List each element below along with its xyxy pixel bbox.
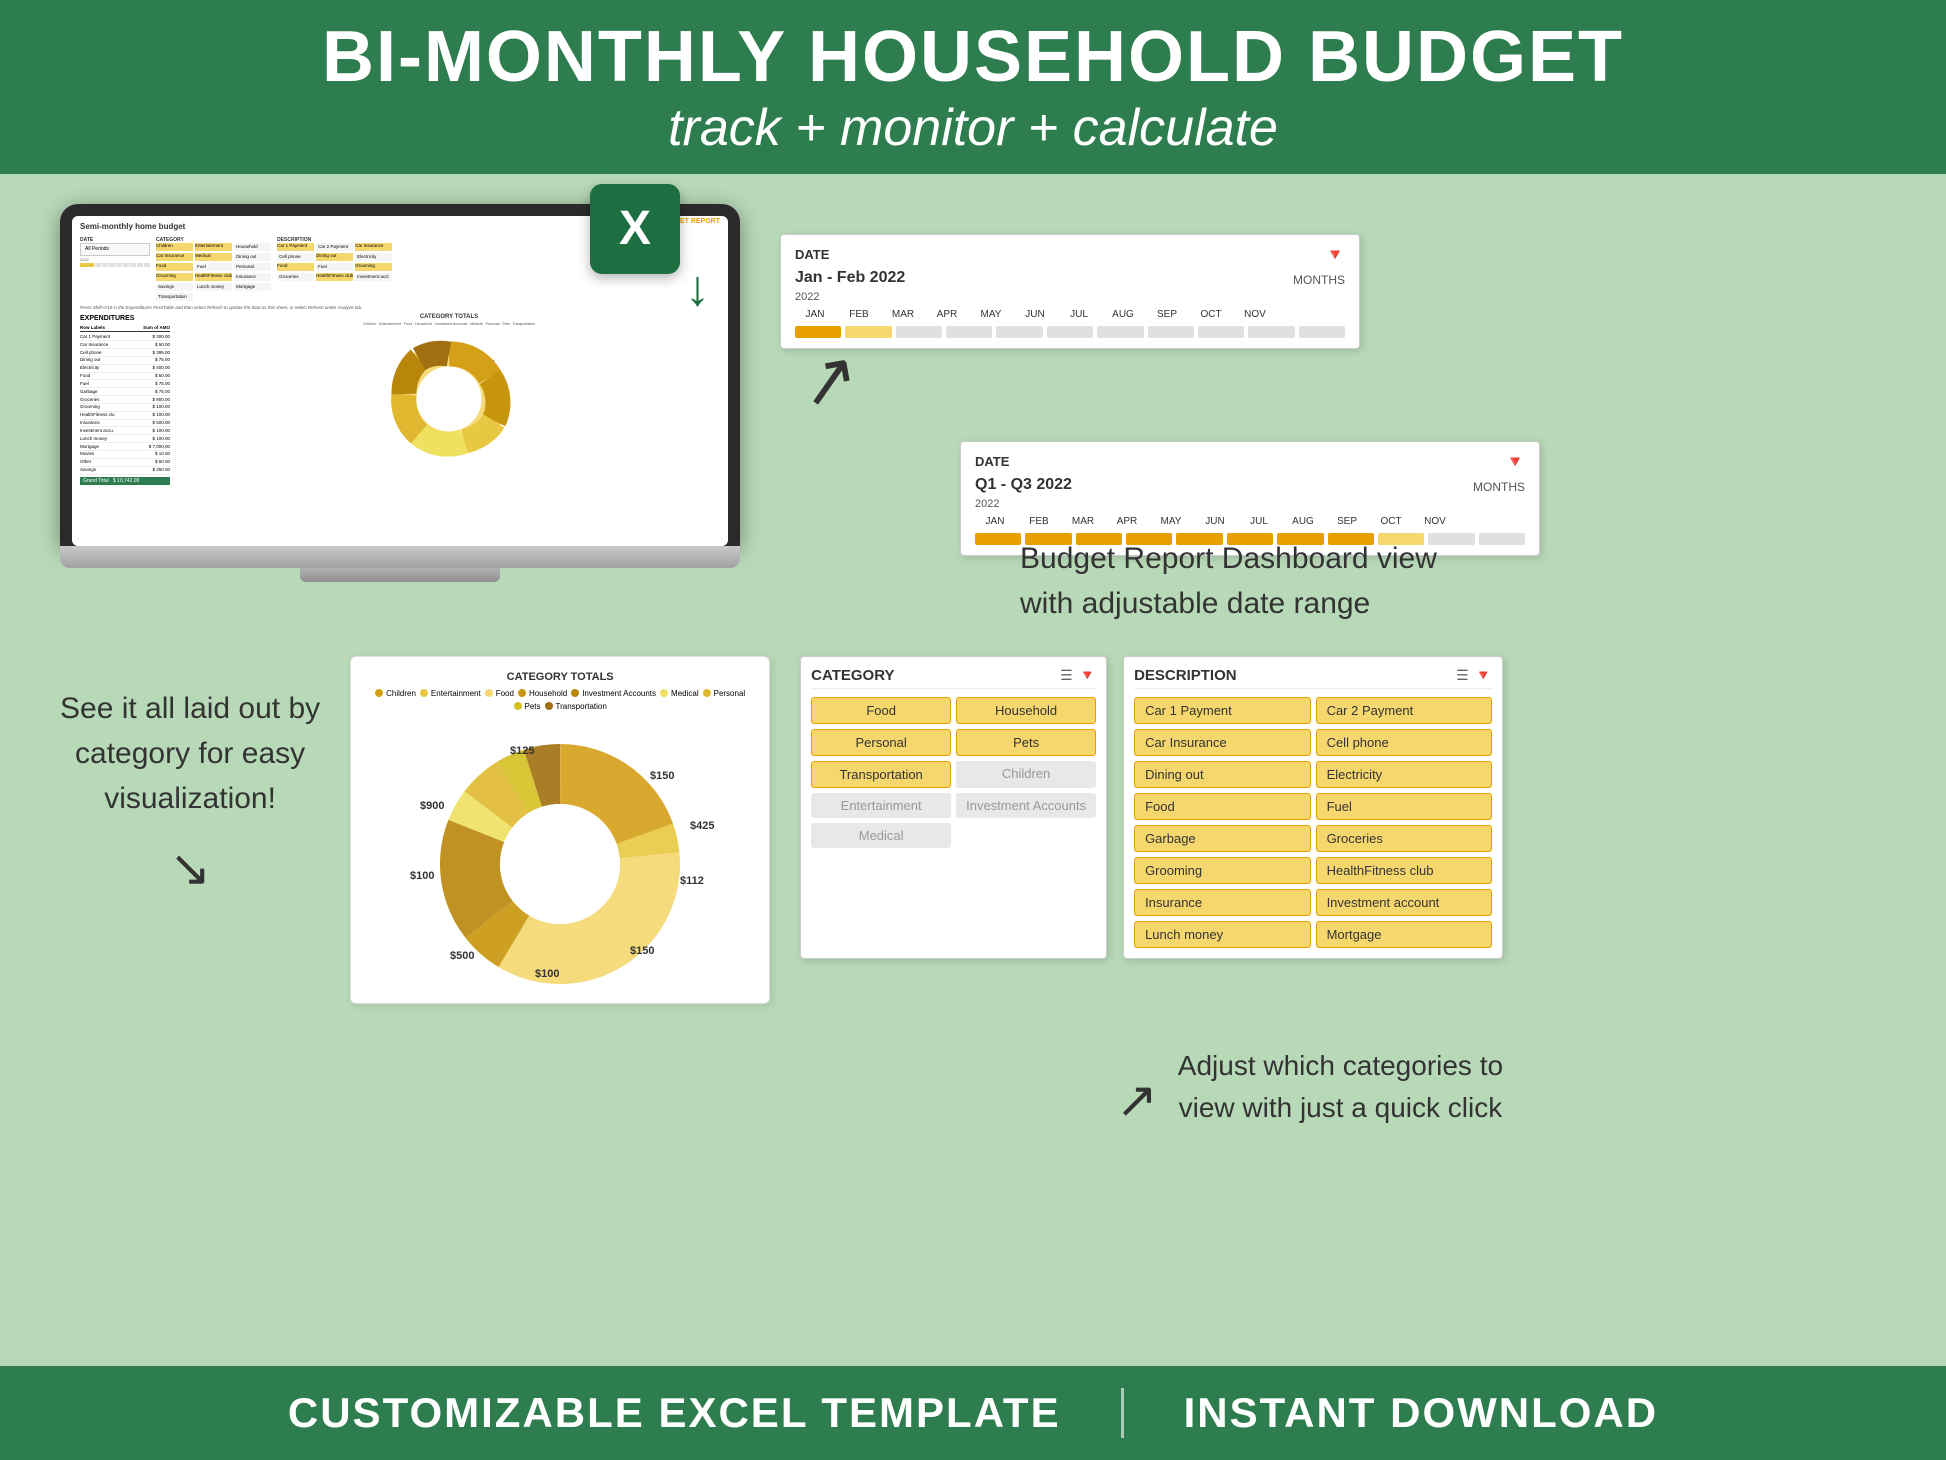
desc-chip-lunch-money[interactable]: Lunch money [1134,921,1311,948]
legend-dot-pets [514,702,522,710]
svg-text:$900: $900 [420,800,444,812]
arrow-3: ↗ [1116,1071,1158,1129]
legend-dot-transportation [545,702,553,710]
months-label-1: MONTHS [1293,273,1345,287]
svg-text:$500: $500 [450,950,474,962]
legend-dot-food [485,689,493,697]
filter-panels: CATEGORY ☰ 🔻 Food Household Personal Pet… [800,656,1503,959]
desc-chip-garbage[interactable]: Garbage [1134,825,1311,852]
category-chip-children[interactable]: Children [956,761,1096,788]
filter-area: CATEGORY ☰ 🔻 Food Household Personal Pet… [800,656,1503,1129]
desc-chip-car2[interactable]: Car 2 Payment [1316,697,1493,724]
ss-instructions: Press Shift+F10 in the Expenditures Pivo… [80,305,720,311]
page-title: BI-MONTHLY HOUSEHOLD BUDGET [0,18,1946,97]
ss-category-filter: CATEGORY Children Entertainment Househol… [156,237,271,301]
desc-chip-grooming[interactable]: Grooming [1134,857,1311,884]
donut-svg-container: $150 $425 $112 $150 $100 $500 $100 $900 … [365,719,755,989]
category-filter-grid: Food Household Personal Pets Transportat… [811,697,1096,848]
months-bar-2: JAN FEB MAR APR MAY JUN JUL AUG SEP OCT … [975,516,1525,527]
description-filter-grid: Car 1 Payment Car 2 Payment Car Insuranc… [1134,697,1492,948]
donut-legend: Children Entertainment Food Household In… [365,689,755,711]
desc-filter-funnel-icon[interactable]: 🔻 [1475,667,1492,684]
category-chip-transportation[interactable]: Transportation [811,761,951,788]
category-chip-household[interactable]: Household [956,697,1096,724]
legend-dot-children [375,689,383,697]
desc-chip-mortgage[interactable]: Mortgage [1316,921,1493,948]
category-chip-pets[interactable]: Pets [956,729,1096,756]
desc-filter-list-icon[interactable]: ☰ [1456,667,1469,684]
svg-text:$112: $112 [680,875,704,887]
desc-chip-electricity[interactable]: Electricity [1316,761,1493,788]
desc-chip-groceries[interactable]: Groceries [1316,825,1493,852]
filter-icon-2: 🔻 [1505,452,1525,472]
ss-bottom-layout: EXPENDITURES Row Labels Sum of AMO Car 1… [80,314,720,485]
desc-chip-insurance[interactable]: Insurance [1134,889,1311,916]
svg-text:$125: $125 [510,745,534,757]
filter-icon-1: 🔻 [1325,245,1345,265]
donut-panel: CATEGORY TOTALS Children Entertainment F… [350,656,770,1004]
category-chip-investment[interactable]: Investment Accounts [956,793,1096,818]
ss-donut-svg: $900 $500 $425 $150 $100 [369,329,529,459]
months-bar-1: JAN FEB MAR APR MAY JUN JUL AUG SEP OCT … [795,309,1345,320]
main-content: Semi-monthly home budget BUDGET REPORT D… [0,174,1946,1149]
svg-text:$150: $150 [630,945,654,957]
desc-chip-cell-phone[interactable]: Cell phone [1316,729,1493,756]
excel-download-arrow: ↓ [685,259,710,317]
legend-dot-investment [571,689,579,697]
right-adjust-text: Adjust which categories toview with just… [1178,985,1503,1129]
ss-grand-total: Grand Total $ 10,742.00 [80,477,170,486]
ss-title: Semi-monthly home budget [80,222,185,232]
months-label-2: MONTHS [1473,480,1525,494]
laptop-mockup: Semi-monthly home budget BUDGET REPORT D… [60,204,740,582]
desc-chip-healthfitness[interactable]: HealthFitness club [1316,857,1493,884]
svg-text:$425: $425 [690,820,714,832]
legend-dot-household [518,689,526,697]
ss-description-filter: DESCRIPTION Car 1 Payment Car 2 Payment … [277,237,392,301]
arrow-2: ↘ [60,831,320,906]
budget-desc-text: Budget Report Dashboard viewwith adjusta… [1000,536,1500,626]
category-filter-panel: CATEGORY ☰ 🔻 Food Household Personal Pet… [800,656,1107,959]
description-panel-title: DESCRIPTION [1134,667,1237,684]
donut-chart-svg: $150 $425 $112 $150 $100 $500 $100 $900 … [370,719,750,989]
ss-chart-area: CATEGORY TOTALS Children · Entertainment… [178,314,720,485]
date-panel-1: DATE 🔻 Jan - Feb 2022 MONTHS 2022 JAN FE… [780,234,1360,349]
laptop-stand [300,568,500,582]
desc-chip-fuel[interactable]: Fuel [1316,793,1493,820]
desc-chip-investment-acct[interactable]: Investment account [1316,889,1493,916]
desc-chip-car-insurance[interactable]: Car Insurance [1134,729,1311,756]
page-footer: CUSTOMIZABLE EXCEL TEMPLATE INSTANT DOWN… [0,1366,1946,1460]
filter-funnel-icon[interactable]: 🔻 [1079,667,1096,684]
months-highlight-bar-1 [795,326,1345,338]
donut-title: CATEGORY TOTALS [365,671,755,683]
page-header: BI-MONTHLY HOUSEHOLD BUDGET track + moni… [0,0,1946,174]
category-panel-title: CATEGORY [811,667,894,684]
svg-text:$100: $100 [410,870,434,882]
desc-chip-dining-out[interactable]: Dining out [1134,761,1311,788]
page-subtitle: track + monitor + calculate [0,97,1946,159]
svg-text:$150: $150 [650,770,674,782]
desc-chip-food[interactable]: Food [1134,793,1311,820]
filter-list-icon[interactable]: ☰ [1060,667,1073,684]
footer-divider [1121,1388,1124,1438]
category-chip-food[interactable]: Food [811,697,951,724]
category-chip-entertainment[interactable]: Entertainment [811,793,951,818]
legend-dot-entertainment [420,689,428,697]
category-chip-medical[interactable]: Medical [811,823,951,848]
svg-text:$100: $100 [535,968,559,980]
legend-dot-medical [660,689,668,697]
footer-right-text: INSTANT DOWNLOAD [1184,1389,1659,1437]
laptop-base [60,546,740,568]
left-category-text: See it all laid out bycategory for easyv… [60,656,320,906]
top-section: Semi-monthly home budget BUDGET REPORT D… [60,204,1886,626]
footer-left-text: CUSTOMIZABLE EXCEL TEMPLATE [288,1389,1061,1437]
ss-expenditures-table: EXPENDITURES Row Labels Sum of AMO Car 1… [80,314,170,485]
category-chip-personal[interactable]: Personal [811,729,951,756]
date-panels-area: DATE 🔻 Jan - Feb 2022 MONTHS 2022 JAN FE… [780,204,1886,626]
excel-icon: X [590,184,680,274]
description-filter-panel: DESCRIPTION ☰ 🔻 Car 1 Payment Car 2 Paym… [1123,656,1503,959]
legend-dot-personal [703,689,711,697]
desc-chip-car1[interactable]: Car 1 Payment [1134,697,1311,724]
ss-date-filter: DATE All Periods 2022 [80,237,150,301]
bottom-section: See it all laid out bycategory for easyv… [60,656,1886,1129]
